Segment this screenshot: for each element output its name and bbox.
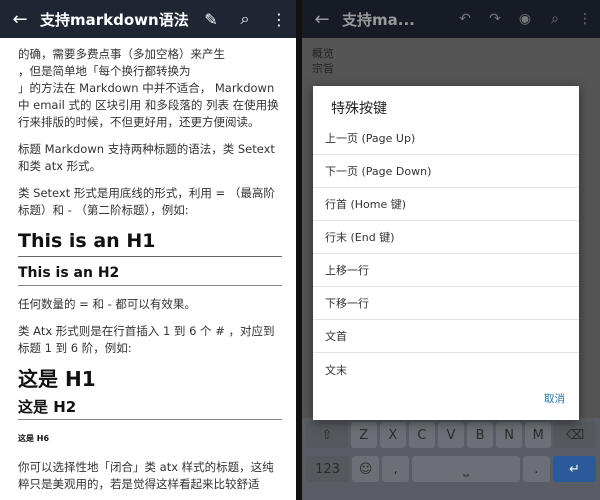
search-icon[interactable]: ⌕ bbox=[228, 9, 262, 29]
left-screen: ← 支持markdown语法 ✎ ⌕ ⋮ 的确，需要多费点事（多加空格）来产生 … bbox=[0, 0, 296, 500]
paragraph: 任何数量的 = 和 - 都可以有效果。 bbox=[18, 297, 196, 311]
undo-icon[interactable]: ↶ bbox=[450, 11, 480, 27]
emoji-key[interactable]: ☺ bbox=[352, 456, 380, 482]
comma-key[interactable]: , bbox=[382, 456, 410, 482]
soft-keyboard: ⇧ Z X C V B N M ⌫ 123 ☺ , ⎵ . ↵ bbox=[302, 418, 600, 500]
page-title: 支持markdown语法 bbox=[40, 10, 189, 29]
key-b[interactable]: B bbox=[467, 422, 494, 448]
dialog-item-line-down[interactable]: 下移一行 bbox=[313, 287, 579, 320]
dialog-title: 特殊按键 bbox=[331, 101, 387, 117]
dialog-item-home[interactable]: 行首 (Home 键) bbox=[313, 188, 579, 221]
back-arrow-icon[interactable]: ← bbox=[302, 9, 342, 30]
dialog-item-doc-start[interactable]: 文首 bbox=[313, 320, 579, 353]
dialog-item-end[interactable]: 行末 (End 键) bbox=[313, 221, 579, 254]
paragraph: 标题 Markdown 支持两种标题的语法，类 Setext 和类 atx 形式… bbox=[18, 142, 275, 173]
heading-h1-example: This is an H1 bbox=[18, 229, 282, 257]
markdown-preview: 的确，需要多费点事（多加空格）来产生 ，但是简单地「每个换行都转换为 」的方法在… bbox=[0, 38, 296, 493]
right-screen: ← 支持ma... ↶ ↷ ◉ ⌕ ⋮ 概览 宗旨 ⇧ Z X C V B N … bbox=[302, 0, 600, 500]
paragraph: 类 Setext 形式是用底线的形式，利用 = （最高阶标题）和 - （第二阶标… bbox=[18, 186, 275, 217]
keyboard-row: ⇧ Z X C V B N M ⌫ bbox=[302, 418, 600, 452]
space-key[interactable]: ⎵ bbox=[412, 456, 520, 482]
more-options-icon[interactable]: ⋮ bbox=[262, 10, 296, 29]
cancel-button[interactable]: 取消 bbox=[544, 391, 565, 406]
key-v[interactable]: V bbox=[437, 422, 465, 448]
heading-h6-zh: 这是 H6 bbox=[18, 434, 50, 443]
heading-h2-zh: 这是 H2 bbox=[18, 397, 282, 420]
key-c[interactable]: C bbox=[408, 422, 435, 448]
keyboard-row: 123 ☺ , ⎵ . ↵ bbox=[302, 452, 600, 486]
key-z[interactable]: Z bbox=[350, 422, 377, 448]
back-arrow-icon[interactable]: ← bbox=[0, 9, 40, 30]
special-keys-dialog: 特殊按键 上一页 (Page Up) 下一页 (Page Down) 行首 (H… bbox=[313, 86, 579, 420]
paragraph: 类 Atx 形式则是在行首插入 1 到 6 个 # ，对应到标题 1 到 6 阶… bbox=[18, 324, 275, 355]
shift-key[interactable]: ⇧ bbox=[306, 422, 348, 448]
edit-icon[interactable]: ✎ bbox=[194, 10, 228, 29]
dialog-item-page-down[interactable]: 下一页 (Page Down) bbox=[313, 155, 579, 188]
app-bar: ← 支持ma... ↶ ↷ ◉ ⌕ ⋮ bbox=[302, 0, 600, 38]
key-n[interactable]: N bbox=[496, 422, 523, 448]
more-options-icon[interactable]: ⋮ bbox=[570, 11, 600, 27]
dialog-item-page-up[interactable]: 上一页 (Page Up) bbox=[313, 122, 579, 155]
backspace-key[interactable]: ⌫ bbox=[554, 422, 596, 448]
editor-line: 概览 bbox=[312, 47, 334, 60]
key-x[interactable]: X bbox=[379, 422, 406, 448]
enter-key[interactable]: ↵ bbox=[552, 456, 596, 482]
numbers-key[interactable]: 123 bbox=[306, 456, 350, 482]
dialog-item-doc-end[interactable]: 文末 bbox=[313, 353, 579, 386]
app-bar: ← 支持markdown语法 ✎ ⌕ ⋮ bbox=[0, 0, 296, 38]
search-icon[interactable]: ⌕ bbox=[540, 11, 570, 27]
redo-icon[interactable]: ↷ bbox=[480, 11, 510, 27]
page-title: 支持ma... bbox=[342, 10, 415, 29]
paragraph: 你可以选择性地「闭合」类 atx 样式的标题，这纯粹只是美观用的，若是觉得这样看… bbox=[18, 460, 274, 491]
preview-eye-icon[interactable]: ◉ bbox=[510, 11, 540, 27]
key-m[interactable]: M bbox=[525, 422, 552, 448]
period-key[interactable]: . bbox=[522, 456, 550, 482]
heading-h1-zh: 这是 H1 bbox=[18, 367, 96, 391]
paragraph: 的确，需要多费点事（多加空格）来产生 ，但是简单地「每个换行都转换为 」的方法在… bbox=[18, 47, 279, 129]
editor-line: 宗旨 bbox=[312, 62, 334, 75]
dialog-item-line-up[interactable]: 上移一行 bbox=[313, 254, 579, 287]
heading-h2-example: This is an H2 bbox=[18, 263, 282, 286]
